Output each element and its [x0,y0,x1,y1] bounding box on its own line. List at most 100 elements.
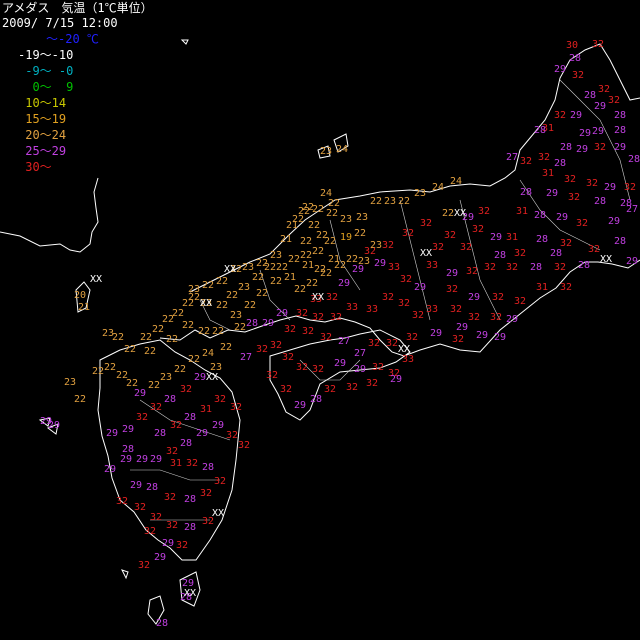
station-temperature: 29 [546,188,558,199]
station-temperature: 29 [262,318,274,329]
station-temperature: 23 [270,250,282,261]
station-temperature: 28 [594,196,606,207]
legend-item-15-to-19: 15～19 [18,112,67,126]
station-temperature: 22 [198,326,210,337]
station-temperature: 32 [302,326,314,337]
station-temperature: 32 [412,310,424,321]
station-temperature: 29 [446,268,458,279]
station-temperature: 32 [164,492,176,503]
station-temperature: 22 [174,364,186,375]
station-temperature: 22 [294,284,306,295]
station-temperature: 32 [330,312,342,323]
station-temperature: 22 [244,300,256,311]
station-temperature: 33 [402,354,414,365]
station-temperature: 28 [310,394,322,405]
station-temperature: 32 [186,458,198,469]
station-temperature: 32 [230,402,242,413]
station-missing-mark: XX [398,344,410,355]
station-temperature: 29 [594,101,606,112]
station-temperature: 29 [120,454,132,465]
station-temperature: 22 [314,264,326,275]
station-temperature: 32 [312,312,324,323]
station-temperature: 22 [188,354,200,365]
station-temperature: 22 [354,228,366,239]
station-temperature: 21 [284,272,296,283]
station-temperature: 27 [240,352,252,363]
station-temperature: 32 [398,298,410,309]
station-temperature: 33 [346,302,358,313]
station-temperature: 22 [270,276,282,287]
station-temperature: 22 [202,280,214,291]
station-temperature: 29 [476,330,488,341]
station-temperature: 22 [152,324,164,335]
station-temperature: 32 [598,84,610,95]
station-temperature: 32 [134,502,146,513]
station-temperature: 28 [569,53,581,64]
station-temperature: 28 [614,110,626,121]
station-temperature: 21 [328,254,340,265]
station-temperature: 22 [312,246,324,257]
station-temperature: 29 [456,322,468,333]
station-temperature: 28 [184,522,196,533]
station-temperature: 22 [398,196,410,207]
station-temperature: 28 [614,236,626,247]
station-temperature: 29 [608,216,620,227]
station-temperature: 32 [506,262,518,273]
station-temperature: 23 [320,146,332,157]
station-temperature: 29 [576,144,588,155]
station-temperature: 32 [284,324,296,335]
station-missing-mark: XX [206,372,218,383]
station-temperature: 32 [514,296,526,307]
station-temperature: 22 [288,254,300,265]
station-temperature: 22 [370,196,382,207]
station-temperature: 28 [156,618,168,629]
station-temperature: 32 [452,334,464,345]
station-temperature: 32 [320,332,332,343]
station-temperature: 28 [180,438,192,449]
station-temperature: 28 [614,125,626,136]
station-temperature: 28 [534,210,546,221]
station-temperature: 29 [414,282,426,293]
station-temperature: 29 [136,454,148,465]
station-temperature: 32 [326,292,338,303]
station-temperature: 32 [472,224,484,235]
station-temperature: 32 [282,352,294,363]
observation-datetime: 2009/ 7/15 12:00 [2,16,118,30]
station-temperature: 32 [572,70,584,81]
station-temperature: 28 [534,125,546,136]
station-temperature: 32 [200,488,212,499]
station-temperature: 29 [106,428,118,439]
station-temperature: 32 [312,364,324,375]
station-temperature: 28 [202,462,214,473]
station-temperature: 28 [628,154,640,165]
station-temperature: 23 [370,240,382,251]
station-temperature: 22 [74,394,86,405]
station-temperature: 32 [560,282,572,293]
station-temperature: 32 [554,262,566,273]
station-temperature: 29 [390,374,402,385]
station-temperature: 22 [148,380,160,391]
station-temperature: 24 [450,176,462,187]
amedas-temperature-map: 32302829323228 32292829323128 29 29 2828 29 32… [0,39,640,629]
station-temperature: 27 [354,348,366,359]
station-temperature: 22 [220,342,232,353]
station-temperature: 32 [372,362,384,373]
station-temperature: 29 [40,416,52,427]
station-temperature: 29 [276,308,288,319]
station-temperature: 22 [212,326,224,337]
station-temperature: 29 [506,314,518,325]
legend-item-30-and-above: 30～ [18,160,52,174]
station-temperature: 24 [432,182,444,193]
station-missing-mark: XX [420,248,432,259]
legend-item-below-minus-20: ～-20 ℃ [46,32,99,46]
station-temperature: 32 [166,446,178,457]
station-temperature: 21 [78,302,90,313]
station-temperature: 32 [568,192,580,203]
station-temperature: 32 [444,230,456,241]
station-temperature: 20 [74,290,86,301]
station-temperature: 32 [368,338,380,349]
station-temperature: 19 [340,232,352,243]
station-temperature: 22 [140,332,152,343]
station-temperature: 32 [460,242,472,253]
station-temperature: 31 [542,168,554,179]
